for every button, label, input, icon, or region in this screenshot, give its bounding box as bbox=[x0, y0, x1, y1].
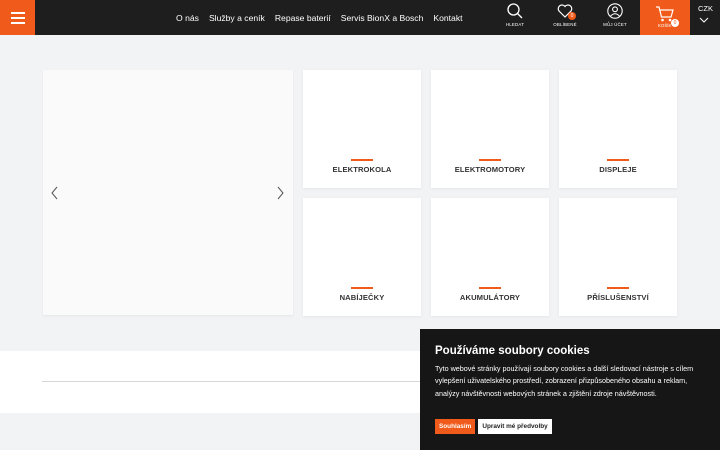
chevron-right-icon[interactable] bbox=[275, 186, 285, 200]
nav-contact[interactable]: Kontakt bbox=[433, 13, 462, 23]
tile-accent-bar bbox=[607, 159, 629, 161]
nav-services[interactable]: Služby a ceník bbox=[209, 13, 265, 23]
cart-count-badge: 0 bbox=[671, 19, 679, 27]
user-icon bbox=[607, 3, 623, 19]
account-button[interactable]: MŮJ ÚČET bbox=[595, 2, 635, 33]
search-icon bbox=[507, 3, 523, 19]
tile-accent-bar bbox=[351, 287, 373, 289]
main-nav: O nás Služby a ceník Repase baterií Serv… bbox=[176, 0, 473, 35]
tile-accent-bar bbox=[479, 287, 501, 289]
cart-label: KOŠÍK bbox=[658, 23, 672, 28]
edit-preferences-button[interactable]: Upravit mé předvolby bbox=[478, 419, 552, 434]
currency-code: CZK bbox=[698, 4, 713, 13]
category-label: PŘÍSLUŠENSTVÍ bbox=[587, 293, 649, 302]
chevron-down-icon bbox=[699, 17, 709, 23]
chevron-left-icon[interactable] bbox=[50, 186, 60, 200]
category-tile-batteries[interactable]: AKUMULÁTORY bbox=[431, 198, 549, 316]
account-label: MŮJ ÚČET bbox=[603, 22, 627, 27]
tile-accent-bar bbox=[479, 159, 501, 161]
category-tile-electric-bikes[interactable]: ELEKTROKOLA bbox=[303, 70, 421, 188]
category-tile-displays[interactable]: DISPLEJE bbox=[559, 70, 677, 188]
search-button[interactable]: HLEDAT bbox=[495, 2, 535, 33]
favorites-label: OBLÍBENÉ bbox=[553, 22, 577, 27]
cart-button[interactable]: KOŠÍK 0 bbox=[640, 0, 690, 35]
site-header: O nás Služby a ceník Repase baterií Serv… bbox=[0, 0, 720, 35]
category-tile-chargers[interactable]: NABÍJEČKY bbox=[303, 198, 421, 316]
hamburger-menu-button[interactable] bbox=[0, 0, 35, 35]
category-label: DISPLEJE bbox=[599, 165, 637, 174]
currency-selector[interactable]: CZK bbox=[690, 0, 720, 35]
menu-line bbox=[11, 17, 25, 19]
category-label: ELEKTROKOLA bbox=[332, 165, 392, 174]
divider bbox=[42, 381, 442, 382]
nav-battery-repair[interactable]: Repase baterií bbox=[275, 13, 331, 23]
favorites-button[interactable]: OBLÍBENÉ 0 bbox=[545, 2, 585, 33]
category-tile-accessories[interactable]: PŘÍSLUŠENSTVÍ bbox=[559, 198, 677, 316]
tile-accent-bar bbox=[607, 287, 629, 289]
menu-line bbox=[11, 22, 25, 24]
cookie-buttons: Souhlasím Upravit mé předvolby bbox=[435, 419, 552, 434]
category-tile-motors[interactable]: ELEKTROMOTORY bbox=[431, 70, 549, 188]
cookie-consent-panel: Používáme soubory cookies Tyto webové st… bbox=[420, 329, 720, 450]
cookie-title: Používáme soubory cookies bbox=[435, 345, 590, 357]
nav-bionx-bosch-service[interactable]: Servis BionX a Bosch bbox=[341, 13, 424, 23]
cookie-text: Tyto webové stránky používají soubory co… bbox=[435, 364, 694, 398]
menu-line bbox=[11, 12, 25, 14]
category-label: AKUMULÁTORY bbox=[459, 293, 521, 302]
search-label: HLEDAT bbox=[505, 22, 525, 27]
hero-slider bbox=[43, 70, 293, 315]
tile-accent-bar bbox=[351, 159, 373, 161]
category-label: NABÍJEČKY bbox=[339, 293, 385, 302]
category-label: ELEKTROMOTORY bbox=[454, 165, 526, 174]
favorites-count-badge: 0 bbox=[568, 12, 576, 20]
accept-cookies-button[interactable]: Souhlasím bbox=[435, 419, 476, 434]
nav-about[interactable]: O nás bbox=[176, 13, 199, 23]
